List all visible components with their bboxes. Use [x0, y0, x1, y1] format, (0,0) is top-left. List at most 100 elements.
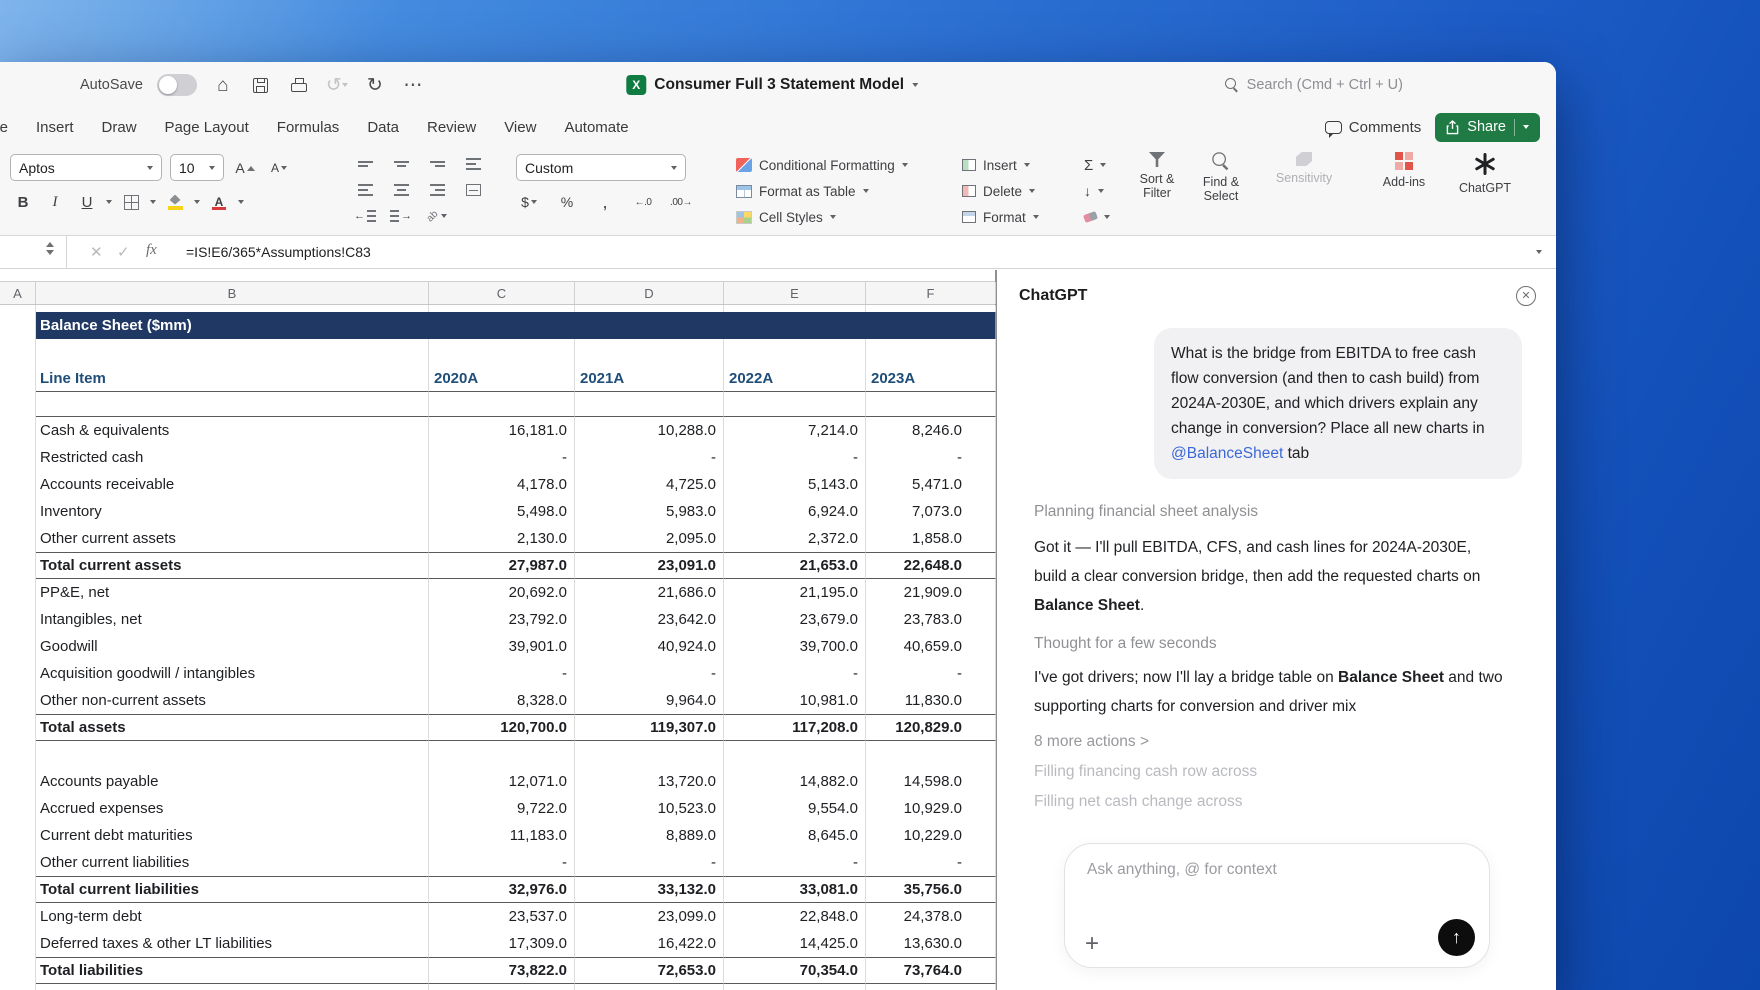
- value-cell[interactable]: 10,523.0: [575, 795, 724, 822]
- column-header-e[interactable]: E: [724, 282, 866, 304]
- value-cell[interactable]: -: [866, 660, 996, 687]
- comma-format-button[interactable]: ,: [592, 190, 618, 214]
- value-cell[interactable]: -: [724, 849, 866, 876]
- row-label-cell[interactable]: Accounts receivable: [36, 471, 429, 498]
- share-button[interactable]: Share: [1435, 112, 1540, 142]
- cell[interactable]: [429, 305, 575, 312]
- cell[interactable]: [0, 957, 36, 984]
- increase-indent-icon[interactable]: →: [388, 204, 414, 228]
- value-cell[interactable]: 8,645.0: [724, 822, 866, 849]
- borders-button[interactable]: [118, 190, 144, 214]
- sensitivity-button[interactable]: Sensitivity: [1266, 152, 1342, 185]
- cell[interactable]: [0, 471, 36, 498]
- value-cell[interactable]: [575, 984, 724, 990]
- cell[interactable]: [575, 392, 724, 417]
- year-header-cell[interactable]: 2023A: [866, 365, 996, 392]
- value-cell[interactable]: -: [866, 849, 996, 876]
- value-cell[interactable]: 27,987.0: [429, 552, 575, 579]
- format-as-table-button[interactable]: Format as Table: [736, 178, 908, 204]
- cell[interactable]: [0, 687, 36, 714]
- value-cell[interactable]: 14,598.0: [866, 768, 996, 795]
- value-cell[interactable]: [724, 984, 866, 990]
- cell[interactable]: [0, 741, 36, 768]
- align-middle-icon[interactable]: [388, 152, 414, 176]
- tab-data[interactable]: Data: [353, 119, 413, 136]
- value-cell[interactable]: 22,848.0: [724, 903, 866, 930]
- row-label-cell[interactable]: [36, 741, 429, 768]
- value-cell[interactable]: 16,181.0: [429, 417, 575, 444]
- cell[interactable]: [0, 444, 36, 471]
- value-cell[interactable]: 5,498.0: [429, 498, 575, 525]
- value-cell[interactable]: 20,692.0: [429, 579, 575, 606]
- decrease-indent-icon[interactable]: ←: [352, 204, 378, 228]
- cell[interactable]: [0, 984, 36, 990]
- undo-icon[interactable]: ↺: [325, 73, 349, 97]
- value-cell[interactable]: -: [724, 444, 866, 471]
- value-cell[interactable]: 17,309.0: [429, 930, 575, 957]
- share-chevron-icon[interactable]: [1523, 125, 1529, 129]
- value-cell[interactable]: 11,830.0: [866, 687, 996, 714]
- row-label-cell[interactable]: Inventory: [36, 498, 429, 525]
- comments-button[interactable]: Comments: [1324, 119, 1421, 138]
- borders-chevron-icon[interactable]: [150, 200, 156, 204]
- font-color-button[interactable]: [206, 190, 232, 214]
- cell[interactable]: [0, 633, 36, 660]
- italic-button[interactable]: [42, 190, 68, 214]
- fill-down-button[interactable]: [1084, 178, 1110, 204]
- tab-home[interactable]: Home: [0, 119, 22, 136]
- value-cell[interactable]: 23,679.0: [724, 606, 866, 633]
- value-cell[interactable]: 120,829.0: [866, 714, 996, 741]
- value-cell[interactable]: [866, 741, 996, 768]
- value-cell[interactable]: -: [575, 849, 724, 876]
- confirm-entry-icon[interactable]: ✓: [117, 243, 130, 261]
- addins-button[interactable]: Add-ins: [1372, 152, 1436, 189]
- value-cell[interactable]: -: [575, 660, 724, 687]
- search-field[interactable]: Search (Cmd + Ctrl + U): [1224, 62, 1403, 108]
- cell[interactable]: [575, 305, 724, 312]
- font-color-chevron-icon[interactable]: [238, 200, 244, 204]
- value-cell[interactable]: 12,071.0: [429, 768, 575, 795]
- value-cell[interactable]: 23,792.0: [429, 606, 575, 633]
- cell[interactable]: [0, 876, 36, 903]
- row-label-cell[interactable]: Total current liabilities: [36, 876, 429, 903]
- fill-chevron-icon[interactable]: [194, 200, 200, 204]
- value-cell[interactable]: -: [724, 660, 866, 687]
- value-cell[interactable]: 14,425.0: [724, 930, 866, 957]
- value-cell[interactable]: 120,700.0: [429, 714, 575, 741]
- value-cell[interactable]: 2,372.0: [724, 525, 866, 552]
- cell[interactable]: [0, 849, 36, 876]
- value-cell[interactable]: 10,288.0: [575, 417, 724, 444]
- cell[interactable]: [36, 305, 429, 312]
- align-right-icon[interactable]: [424, 178, 450, 202]
- value-cell[interactable]: 73,822.0: [429, 957, 575, 984]
- autosave-toggle[interactable]: [156, 74, 197, 96]
- percent-format-button[interactable]: %: [554, 190, 580, 214]
- row-label-cell[interactable]: Other current assets: [36, 525, 429, 552]
- value-cell[interactable]: 21,686.0: [575, 579, 724, 606]
- cell[interactable]: [866, 392, 996, 417]
- tab-formulas[interactable]: Formulas: [263, 119, 354, 136]
- increase-font-size-button[interactable]: A: [232, 156, 258, 180]
- cell[interactable]: [0, 305, 36, 312]
- underline-button[interactable]: [74, 190, 100, 214]
- delete-cells-button[interactable]: Delete: [962, 178, 1039, 204]
- value-cell[interactable]: 23,091.0: [575, 552, 724, 579]
- value-cell[interactable]: 35,756.0: [866, 876, 996, 903]
- value-cell[interactable]: 1,858.0: [866, 525, 996, 552]
- cell[interactable]: [0, 606, 36, 633]
- cell[interactable]: [0, 525, 36, 552]
- value-cell[interactable]: 23,642.0: [575, 606, 724, 633]
- align-bottom-icon[interactable]: [424, 152, 450, 176]
- tab-insert[interactable]: Insert: [22, 119, 88, 136]
- value-cell[interactable]: 16,422.0: [575, 930, 724, 957]
- cell[interactable]: [866, 305, 996, 312]
- row-label-cell[interactable]: Restricted cash: [36, 444, 429, 471]
- row-label-cell[interactable]: Other current liabilities: [36, 849, 429, 876]
- value-cell[interactable]: 21,909.0: [866, 579, 996, 606]
- value-cell[interactable]: 39,901.0: [429, 633, 575, 660]
- tab-automate[interactable]: Automate: [550, 119, 642, 136]
- cell[interactable]: [0, 498, 36, 525]
- value-cell[interactable]: [724, 741, 866, 768]
- row-label-cell[interactable]: Acquisition goodwill / intangibles: [36, 660, 429, 687]
- cell[interactable]: [0, 660, 36, 687]
